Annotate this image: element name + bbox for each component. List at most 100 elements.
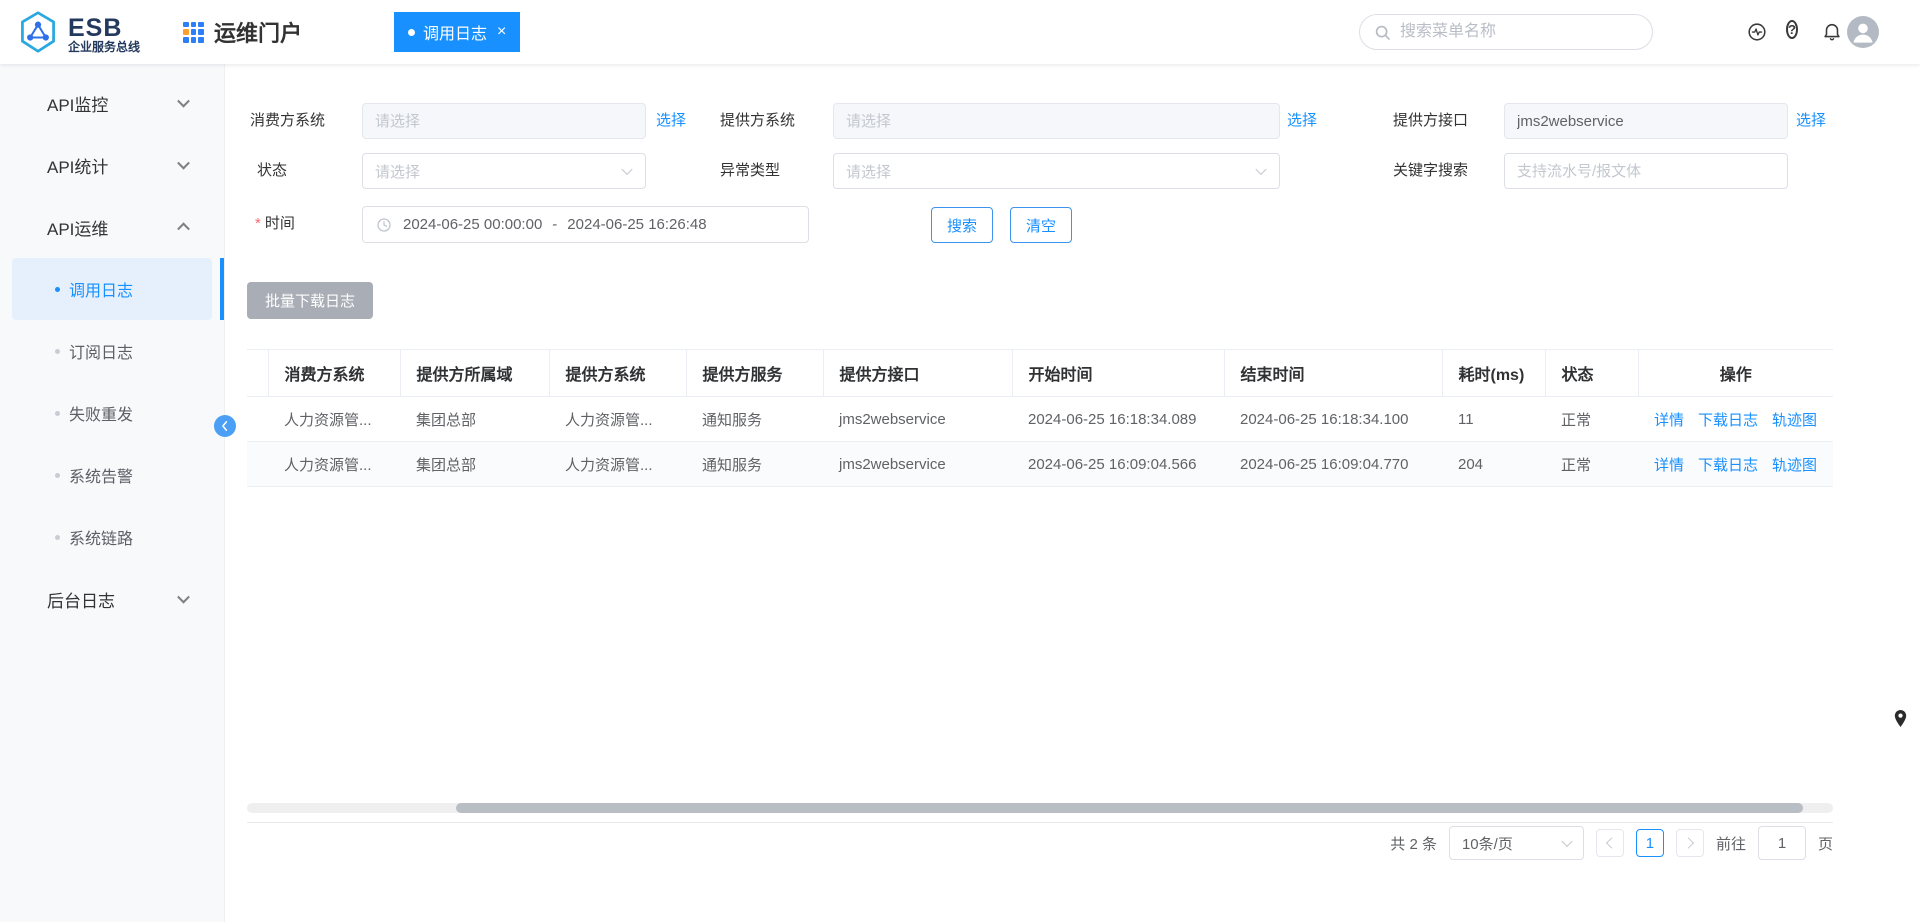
cell-start-time: 2024-06-25 16:18:34.089 <box>1012 397 1224 442</box>
sidebar-item-system-trace[interactable]: 系统链路 <box>12 506 212 568</box>
provider-system-input[interactable] <box>833 103 1280 139</box>
monitor-icon[interactable] <box>1746 21 1768 43</box>
exception-type-select[interactable]: 请选择 <box>833 153 1280 189</box>
horizontal-scrollbar-thumb[interactable] <box>456 803 1803 813</box>
sidebar-subitem-label: 系统告警 <box>69 463 133 487</box>
top-header: ESB 企业服务总线 运维门户 调用日志 × ? <box>0 0 1920 64</box>
logo-subtitle: 企业服务总线 <box>68 41 140 54</box>
chevron-down-icon <box>177 157 190 170</box>
interface-choose-link[interactable]: 选择 <box>1796 103 1826 139</box>
col-end-time: 结束时间 <box>1224 350 1442 397</box>
trace-link[interactable]: 轨迹图 <box>1772 412 1817 429</box>
consumer-choose-link[interactable]: 选择 <box>656 103 686 139</box>
goto-page-input[interactable] <box>1758 826 1806 860</box>
col-actions: 操作 <box>1638 350 1833 397</box>
sidebar-item-api-stats[interactable]: API统计 <box>0 134 224 196</box>
cell-provider-system: 人力资源管... <box>549 442 686 487</box>
provider-choose-link[interactable]: 选择 <box>1287 103 1317 139</box>
help-icon[interactable]: ? <box>1786 21 1808 43</box>
bullet-icon <box>55 411 60 416</box>
download-log-link[interactable]: 下载日志 <box>1698 412 1758 429</box>
page-number-button[interactable]: 1 <box>1636 829 1664 857</box>
cell-provider-system: 人力资源管... <box>549 397 686 442</box>
exception-select-placeholder: 请选择 <box>846 161 891 182</box>
col-consumer-system: 消费方系统 <box>268 350 400 397</box>
cell-consumer-system: 人力资源管... <box>268 442 400 487</box>
page-unit-label: 页 <box>1818 833 1833 854</box>
menu-search <box>1359 14 1653 50</box>
bell-icon[interactable] <box>1821 21 1843 43</box>
col-provider-interface: 提供方接口 <box>823 350 1012 397</box>
pagination: 共 2 条 10条/页 1 前往 页 <box>1390 826 1833 860</box>
trace-link[interactable]: 轨迹图 <box>1772 457 1817 474</box>
keyword-label: 关键字搜索 <box>1393 153 1468 189</box>
chevron-left-icon <box>1606 837 1617 848</box>
cell-start-time: 2024-06-25 16:09:04.566 <box>1012 442 1224 487</box>
bullet-icon <box>55 287 60 292</box>
sidebar-collapse-button[interactable] <box>214 415 236 437</box>
bullet-icon <box>55 349 60 354</box>
detail-link[interactable]: 详情 <box>1654 457 1684 474</box>
sidebar-item-label: 后台日志 <box>47 587 115 612</box>
tab-call-log[interactable]: 调用日志 × <box>394 12 520 52</box>
sidebar-item-failure-resend[interactable]: 失败重发 <box>12 382 212 444</box>
horizontal-scrollbar-track <box>247 803 1833 813</box>
batch-download-button[interactable]: 批量下载日志 <box>247 282 373 319</box>
consumer-system-input[interactable] <box>362 103 646 139</box>
cell-provider-interface: jms2webservice <box>823 442 1012 487</box>
clock-icon <box>375 216 393 234</box>
sidebar-item-api-monitor[interactable]: API监控 <box>0 72 224 134</box>
clear-button[interactable]: 清空 <box>1010 207 1072 243</box>
chevron-right-icon <box>1683 837 1694 848</box>
time-label: *时间 <box>255 206 295 242</box>
required-asterisk: * <box>255 215 261 232</box>
col-provider-service: 提供方服务 <box>686 350 823 397</box>
map-pin-icon[interactable] <box>1892 708 1909 734</box>
search-button[interactable]: 搜索 <box>931 207 993 243</box>
provider-system-label: 提供方系统 <box>720 103 795 139</box>
tab-close-icon[interactable]: × <box>497 23 506 41</box>
chevron-down-icon <box>621 164 632 175</box>
pagination-total: 共 2 条 <box>1390 833 1437 854</box>
provider-interface-label: 提供方接口 <box>1393 103 1468 139</box>
bullet-icon <box>55 535 60 540</box>
menu-search-input[interactable] <box>1400 16 1640 48</box>
detail-link[interactable]: 详情 <box>1654 412 1684 429</box>
esb-logo: ESB 企业服务总线 <box>16 10 140 59</box>
call-log-table: 消费方系统 提供方所属域 提供方系统 提供方服务 提供方接口 开始时间 结束时间… <box>247 349 1833 487</box>
next-page-button[interactable] <box>1676 829 1704 857</box>
page-size-select[interactable]: 10条/页 <box>1449 826 1584 860</box>
cell-cost: 11 <box>1442 397 1545 442</box>
sidebar-item-call-log[interactable]: 调用日志 <box>12 258 212 320</box>
logo-title: ESB <box>68 15 140 41</box>
prev-page-button[interactable] <box>1596 829 1624 857</box>
avatar[interactable] <box>1847 16 1879 48</box>
chevron-down-icon <box>177 591 190 604</box>
tab-active-dot-icon <box>408 29 415 36</box>
cell-provider-service: 通知服务 <box>686 442 823 487</box>
page-size-value: 10条/页 <box>1462 833 1513 854</box>
cell-provider-domain: 集团总部 <box>400 397 549 442</box>
sidebar-item-label: API运维 <box>47 215 108 240</box>
keyword-input[interactable] <box>1504 153 1788 189</box>
sidebar-item-system-alert[interactable]: 系统告警 <box>12 444 212 506</box>
provider-interface-input[interactable] <box>1504 103 1788 139</box>
col-provider-domain: 提供方所属域 <box>400 350 549 397</box>
sidebar: API监控 API统计 API运维 调用日志 订阅日志 失败重发 系统告警 系统… <box>0 64 225 922</box>
search-icon <box>1372 22 1394 44</box>
col-start-time: 开始时间 <box>1012 350 1224 397</box>
sidebar-item-subscribe-log[interactable]: 订阅日志 <box>12 320 212 382</box>
sidebar-subitem-label: 失败重发 <box>69 401 133 425</box>
download-log-link[interactable]: 下载日志 <box>1698 457 1758 474</box>
sidebar-item-api-ops[interactable]: API运维 <box>0 196 224 258</box>
status-select[interactable]: 请选择 <box>362 153 646 189</box>
cell-end-time: 2024-06-25 16:18:34.100 <box>1224 397 1442 442</box>
sidebar-item-label: API监控 <box>47 91 108 116</box>
table-row: 人力资源管... 集团总部 人力资源管... 通知服务 jms2webservi… <box>247 397 1833 442</box>
cell-provider-domain: 集团总部 <box>400 442 549 487</box>
portal-title: 运维门户 <box>214 16 302 48</box>
cell-consumer-system: 人力资源管... <box>268 397 400 442</box>
cell-cost: 204 <box>1442 442 1545 487</box>
time-range-input[interactable]: 2024-06-25 00:00:00 - 2024-06-25 16:26:4… <box>362 206 809 243</box>
sidebar-item-backend-log[interactable]: 后台日志 <box>0 568 224 630</box>
